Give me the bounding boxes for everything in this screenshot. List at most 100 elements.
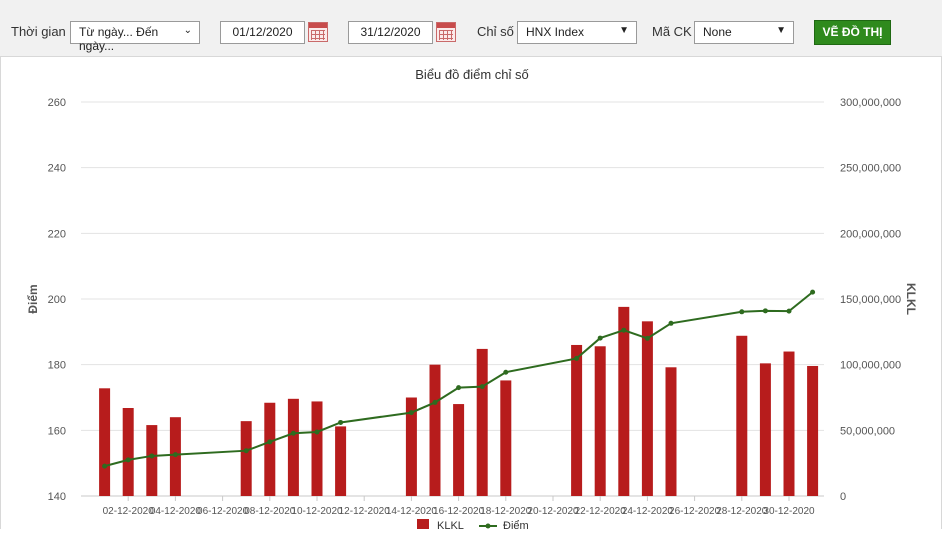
volume-bar xyxy=(429,364,441,496)
index-point xyxy=(456,385,462,391)
y-tick-right: 50,000,000 xyxy=(840,425,895,437)
volume-bar xyxy=(500,380,512,496)
filter-toolbar: Thời gian Từ ngày... Đến ngày... ⌄ 01/12… xyxy=(0,0,942,57)
y-tick-left: 240 xyxy=(48,163,66,175)
x-tick-label: 28-12-2020 xyxy=(716,506,768,517)
volume-bar xyxy=(240,421,252,496)
legend-bar-label: KLKL xyxy=(437,520,464,529)
x-tick-label: 04-12-2020 xyxy=(150,506,202,517)
index-point xyxy=(644,335,650,341)
y-tick-right: 300,000,000 xyxy=(840,97,901,109)
x-tick-label: 24-12-2020 xyxy=(622,506,674,517)
stock-label: Mã CK xyxy=(652,24,692,39)
volume-bar xyxy=(122,408,134,496)
to-date-input[interactable]: 31/12/2020 xyxy=(348,21,433,44)
volume-bar xyxy=(641,321,653,496)
legend-line-label: Điểm xyxy=(503,520,529,529)
index-point xyxy=(290,430,296,436)
x-tick-label: 22-12-2020 xyxy=(575,506,627,517)
volume-bar xyxy=(99,388,111,496)
x-tick-label: 12-12-2020 xyxy=(339,506,391,517)
volume-bar xyxy=(807,365,819,496)
index-point xyxy=(149,453,155,459)
y-tick-left: 260 xyxy=(48,97,66,109)
index-label: Chỉ số xyxy=(477,24,514,39)
chart-title: Biểu đồ điểm chỉ số xyxy=(415,67,528,82)
index-point xyxy=(172,452,178,458)
index-point xyxy=(314,429,320,435)
y-tick-left: 140 xyxy=(48,491,66,503)
index-point xyxy=(102,463,108,469)
index-point xyxy=(739,309,745,315)
time-range-select[interactable]: Từ ngày... Đến ngày... ⌄ xyxy=(70,21,200,53)
calendar-icon[interactable] xyxy=(308,22,328,42)
index-point xyxy=(621,327,627,333)
y-axis-right-label: KLKL xyxy=(904,283,918,315)
index-point xyxy=(597,335,603,341)
time-range-value: Từ ngày... Đến ngày... xyxy=(79,25,159,53)
index-point xyxy=(668,320,674,326)
index-point xyxy=(810,289,816,295)
y-tick-left: 200 xyxy=(48,294,66,306)
index-point xyxy=(479,384,485,390)
index-point xyxy=(125,457,131,463)
index-chart: 260 300,000,000 240 250,000,000 220 200,000,0… xyxy=(26,67,918,532)
x-tick-label: 02-12-2020 xyxy=(103,506,155,517)
x-tick-label: 14-12-2020 xyxy=(386,506,438,517)
volume-bar xyxy=(146,425,158,496)
x-tick-label: 26-12-2020 xyxy=(669,506,721,517)
from-date-input[interactable]: 01/12/2020 xyxy=(220,21,305,44)
y-tick-right: 250,000,000 xyxy=(840,163,901,175)
volume-bar xyxy=(618,306,630,496)
index-point xyxy=(432,399,438,405)
x-tick-label: 10-12-2020 xyxy=(291,506,343,517)
index-value: HNX Index xyxy=(526,25,585,39)
y-tick-right: 200,000,000 xyxy=(840,228,901,240)
y-tick-right: 0 xyxy=(840,491,846,503)
volume-bar xyxy=(783,351,795,496)
index-point xyxy=(243,448,249,454)
x-tick-label: 20-12-2020 xyxy=(527,506,579,517)
y-tick-left: 220 xyxy=(48,228,66,240)
y-tick-right: 100,000,000 xyxy=(840,360,901,372)
volume-bar xyxy=(476,348,488,496)
x-tick-label: 18-12-2020 xyxy=(480,506,532,517)
volume-bar xyxy=(759,363,771,496)
y-tick-right: 150,000,000 xyxy=(840,294,901,306)
index-point xyxy=(338,419,344,425)
volume-bar xyxy=(665,367,677,496)
legend: KLKL Điểm xyxy=(417,519,529,532)
x-tick-label: 16-12-2020 xyxy=(433,506,485,517)
x-tick-label: 06-12-2020 xyxy=(197,506,249,517)
stock-value: None xyxy=(703,25,732,39)
caret-down-icon: ▼ xyxy=(619,25,629,36)
index-point xyxy=(574,355,580,361)
index-select[interactable]: HNX Index ▼ xyxy=(517,21,637,44)
volume-bar xyxy=(571,344,583,496)
x-tick-label: 08-12-2020 xyxy=(244,506,296,517)
volume-bar xyxy=(335,426,347,496)
time-label: Thời gian xyxy=(11,24,66,39)
volume-bar xyxy=(453,404,465,496)
caret-down-icon: ▼ xyxy=(776,25,786,36)
index-point xyxy=(503,369,509,375)
index-point xyxy=(762,308,768,314)
index-point xyxy=(408,410,414,416)
volume-bar xyxy=(736,335,748,496)
legend-line-marker xyxy=(485,523,491,529)
legend-bar-swatch xyxy=(417,519,429,529)
volume-bar xyxy=(287,398,299,496)
calendar-icon[interactable] xyxy=(436,22,456,42)
stock-select[interactable]: None ▼ xyxy=(694,21,794,44)
chevron-down-icon: ⌄ xyxy=(183,25,192,36)
y-axis-left-label: Điểm xyxy=(26,284,40,313)
y-tick-left: 160 xyxy=(48,425,66,437)
chart-area: 260 300,000,000 240 250,000,000 220 200,000,0… xyxy=(0,57,942,532)
x-tick-label: 30-12-2020 xyxy=(763,506,815,517)
index-point xyxy=(786,308,792,314)
volume-bar xyxy=(594,346,606,496)
volume-bar xyxy=(311,401,323,496)
volume-bar xyxy=(264,402,276,496)
y-tick-left: 180 xyxy=(48,360,66,372)
draw-chart-button[interactable]: VẼ ĐỒ THỊ xyxy=(814,20,891,45)
